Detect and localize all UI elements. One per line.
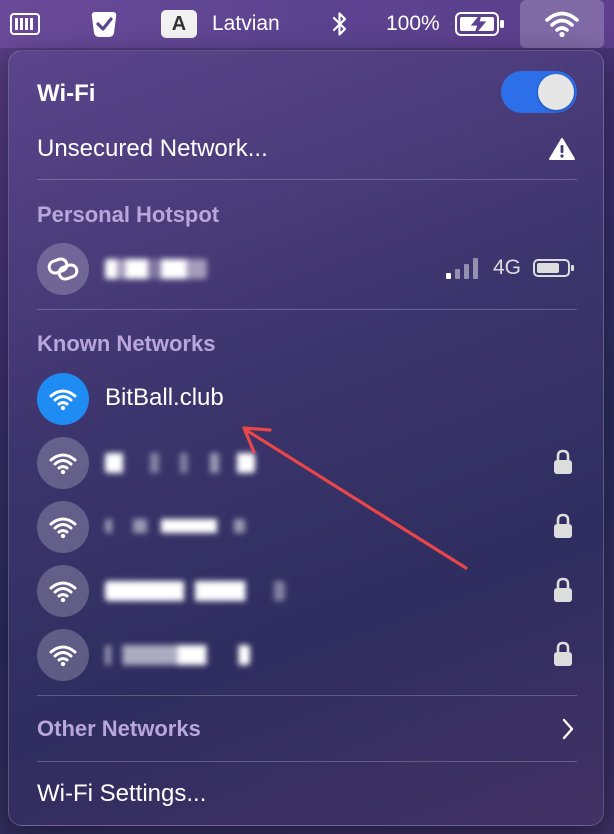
annotation-arrow (242, 426, 468, 570)
